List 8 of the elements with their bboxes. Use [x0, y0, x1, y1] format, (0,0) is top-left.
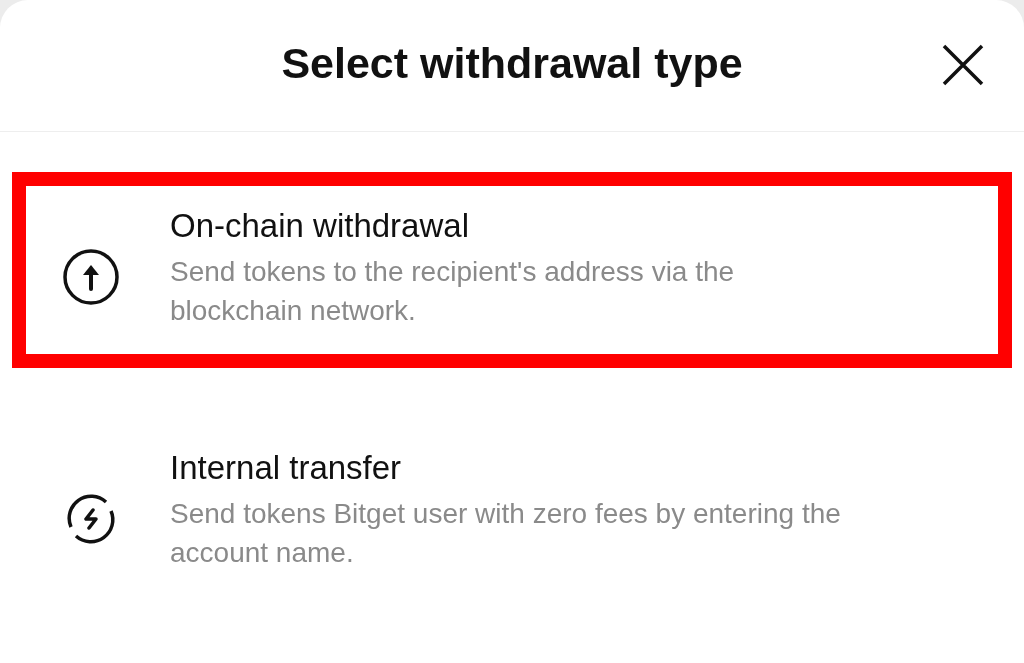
withdrawal-option[interactable]: Internal transfer Send tokens Bitget user with zero fees by entering the account name. — [12, 414, 1012, 610]
option-description: Send tokens to the recipient's address via the blockchain network. — [170, 255, 736, 328]
option-title: Internal transfer — [170, 448, 403, 488]
withdrawal-option[interactable]: On-chain withdrawal Send tokens to the recipient's address via the blockchain network. — [12, 172, 1012, 368]
option-description: Send tokens Bitget user with zero fees by entering the account name. — [170, 497, 842, 570]
option-title: On-chain withdrawal — [170, 206, 470, 246]
close-icon[interactable] — [940, 42, 986, 88]
sheet-title: Select withdrawal type — [281, 39, 743, 88]
